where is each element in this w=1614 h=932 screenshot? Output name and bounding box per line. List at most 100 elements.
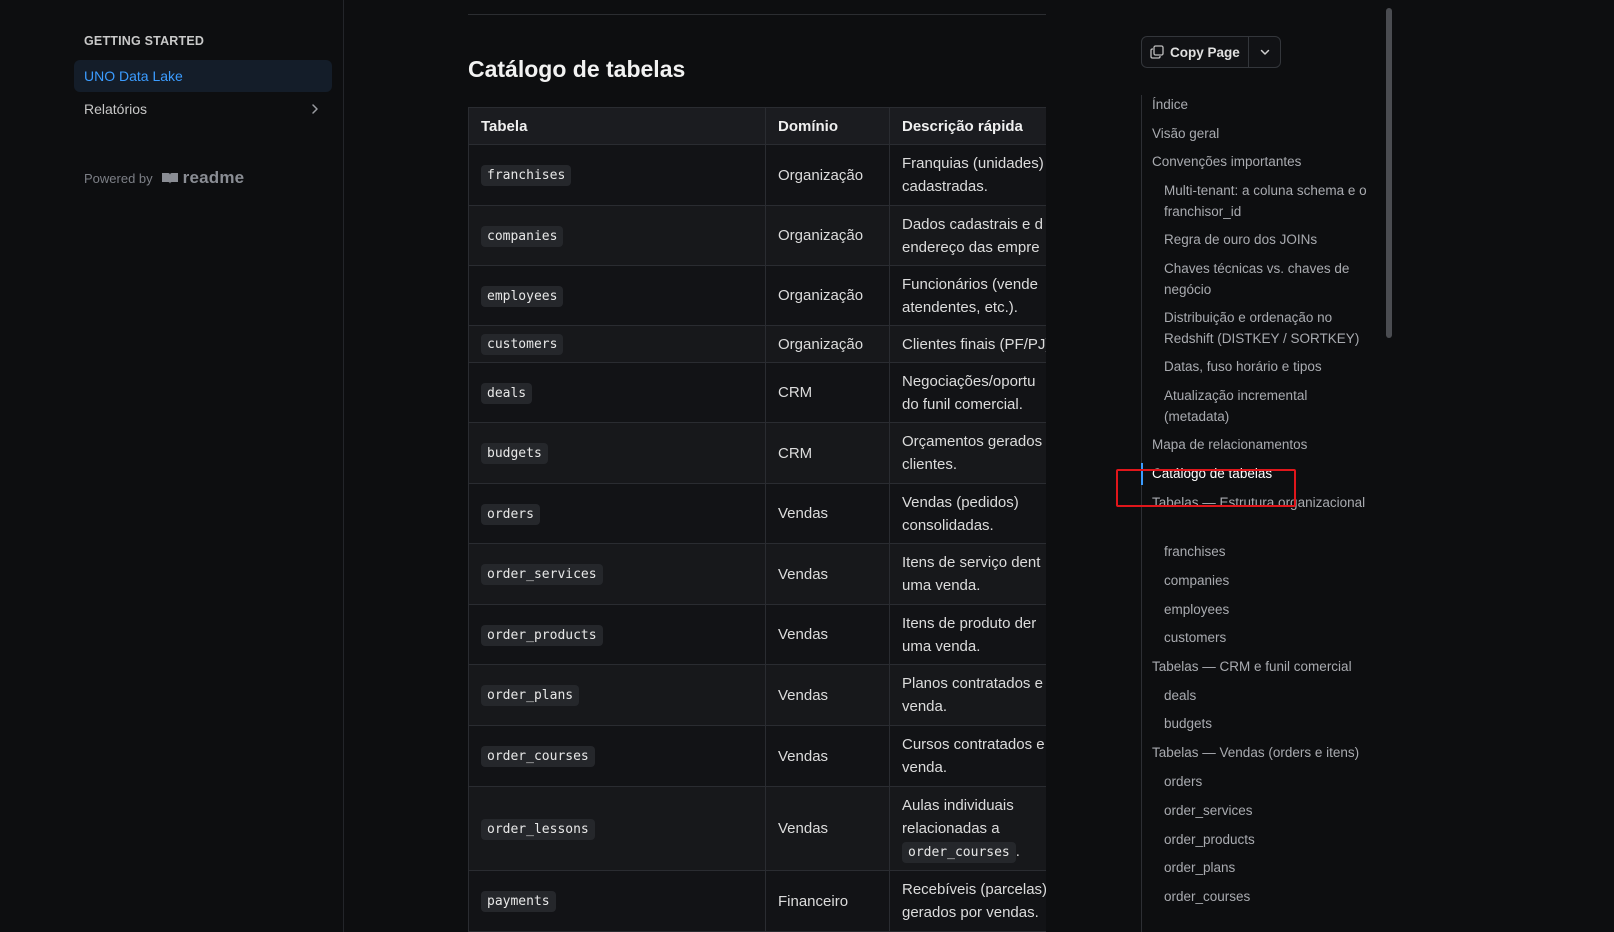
sidebar-item-uno-data-lake[interactable]: UNO Data Lake	[74, 60, 332, 92]
readme-brand: readme	[182, 168, 245, 187]
toc-item[interactable]: order_products	[1164, 830, 1369, 851]
toc-item[interactable]: Mapa de relacionamentos	[1152, 435, 1367, 456]
table-row: order_plans Vendas Planos contratados e ven…	[468, 664, 1046, 726]
cell-domain: Organização	[765, 265, 890, 326]
table-name-code: customers	[481, 334, 564, 355]
cell-table-name: order_lessons	[468, 786, 766, 871]
toc-item[interactable]: order_plans	[1164, 858, 1369, 879]
cell-description: Orçamentos gerados clientes.	[889, 422, 1046, 484]
sidebar-item-relatorios[interactable]: Relatórios	[74, 93, 332, 125]
cell-domain: Vendas	[765, 543, 890, 605]
copy-page-dropdown-button[interactable]	[1249, 37, 1280, 67]
table-row: order_services Vendas Itens de serviço den…	[468, 543, 1046, 605]
description-line: Vendas (pedidos)	[902, 493, 1019, 511]
powered-by-label: Powered by	[84, 170, 153, 186]
section-title: Catálogo de tabelas	[468, 56, 686, 82]
toc-item[interactable]: Convenções importantes	[1152, 152, 1367, 173]
table-name-code: deals	[481, 382, 533, 404]
cell-table-name: budgets	[468, 422, 766, 484]
description-line: Planos contratados e	[902, 675, 1043, 692]
toc-item[interactable]: budgets	[1164, 714, 1369, 735]
cell-domain: Vendas	[765, 786, 890, 871]
cell-description: Planos contratados e venda.	[889, 664, 1046, 726]
toc-item[interactable]: Regra de ouro dos JOINs	[1164, 230, 1369, 251]
description-line: atendentes, etc.).	[902, 298, 1018, 316]
toc-item[interactable]: Tabelas — Vendas (orders e itens)	[1152, 743, 1367, 764]
toc-item[interactable]: order_courses	[1164, 887, 1369, 908]
toc-item[interactable]: Chaves técnicas vs. chaves de negócio	[1164, 259, 1369, 300]
left-sidebar: GETTING STARTED UNO Data Lake Relatórios…	[0, 0, 344, 932]
divider	[468, 14, 1046, 15]
table-catalog: Tabela Domínio Descrição rápida franchis…	[468, 107, 1046, 932]
sidebar-item-label: UNO Data Lake	[84, 68, 183, 84]
cell-domain: Financeiro	[765, 870, 890, 932]
toc-item[interactable]: customers	[1164, 628, 1369, 649]
column-header-dominio: Domínio	[765, 107, 890, 145]
cell-domain: Organização	[765, 325, 890, 363]
column-header-tabela: Tabela	[468, 107, 766, 145]
toc-item[interactable]: Multi-tenant: a coluna schema e o franch…	[1164, 181, 1369, 222]
toc-item[interactable]: orders	[1164, 772, 1369, 793]
description-line: Orçamentos gerados	[902, 433, 1043, 450]
copy-page-button[interactable]: Copy Page	[1142, 37, 1250, 67]
chevron-right-icon	[312, 104, 318, 114]
copy-icon	[1150, 45, 1164, 59]
toc-item[interactable]: employees	[1164, 600, 1369, 621]
description-line: Recebíveis (parcelas)	[902, 881, 1046, 898]
table-name-code: companies	[481, 225, 564, 247]
cell-description: Franquias (unidades) cadastradas.	[889, 144, 1046, 206]
cell-description: Funcionários (vende atendentes, etc.).	[889, 265, 1046, 326]
description-suffix: .	[1015, 842, 1020, 860]
table-row: customers Organização Clientes finais (PF/…	[468, 325, 1046, 363]
cell-table-name: franchises	[468, 144, 766, 206]
highlight-box	[1116, 469, 1296, 507]
readme-logo: readme	[161, 168, 245, 188]
description-line: Itens de produto der	[902, 614, 1037, 632]
toc-item[interactable]: deals	[1164, 686, 1369, 707]
cell-domain: Vendas	[765, 483, 890, 544]
table-row: order_products Vendas Itens de produto der…	[468, 604, 1046, 665]
description-line: Negociações/oportu	[902, 372, 1036, 390]
description-line: order_courses.	[902, 840, 1046, 864]
cell-description: Vendas (pedidos) consolidadas.	[889, 483, 1046, 544]
table-row: deals CRM Negociações/oportu do funil comer…	[468, 362, 1046, 423]
powered-by-readme[interactable]: Powered by readme	[84, 168, 244, 188]
inline-code: order_courses	[902, 841, 1016, 863]
cell-domain: Vendas	[765, 725, 890, 787]
toc-item[interactable]: companies	[1164, 571, 1369, 592]
toc-item[interactable]: Índice	[1152, 95, 1367, 116]
sidebar-section-heading: GETTING STARTED	[84, 34, 205, 48]
toc-item[interactable]: franchises	[1164, 542, 1369, 563]
table-row: orders Vendas Vendas (pedidos) consolidadas…	[468, 483, 1046, 544]
cell-table-name: order_services	[468, 543, 766, 605]
toc-item[interactable]: Datas, fuso horário e tipos	[1164, 357, 1369, 378]
toc-item[interactable]: Tabelas — CRM e funil comercial	[1152, 657, 1367, 678]
table-row: order_lessons Vendas Aulas individuais rela…	[468, 786, 1046, 871]
toc-item[interactable]: Atualização incremental (metadata)	[1164, 386, 1369, 427]
cell-description: Negociações/oportu do funil comercial.	[889, 362, 1046, 423]
cell-domain: Organização	[765, 205, 890, 266]
column-header-descricao: Descrição rápida	[889, 107, 1046, 145]
toc-item[interactable]: Distribuição e ordenação no Redshift (DI…	[1164, 308, 1369, 349]
cell-table-name: companies	[468, 205, 766, 266]
description-line: venda.	[902, 698, 948, 715]
description-line: uma venda.	[902, 637, 981, 655]
cell-table-name: order_plans	[468, 664, 766, 726]
cell-table-name: order_products	[468, 604, 766, 665]
cell-description: Dados cadastrais e d endereço das empre	[889, 205, 1046, 266]
scrollbar[interactable]	[1386, 8, 1392, 338]
cell-table-name: payments	[468, 870, 766, 932]
table-name-code: order_products	[481, 624, 603, 646]
cell-domain: Organização	[765, 144, 890, 206]
toc-item[interactable]: Visão geral	[1152, 124, 1367, 145]
description-line: cadastradas.	[902, 178, 988, 195]
description-line: Clientes finais (PF/PJ)	[902, 335, 1046, 353]
description-line: Itens de serviço dent	[902, 554, 1041, 571]
description-line: consolidadas.	[902, 516, 994, 534]
cell-table-name: order_courses	[468, 725, 766, 787]
table-name-code: payments	[481, 891, 556, 912]
cell-table-name: employees	[468, 265, 766, 326]
cell-domain: Vendas	[765, 604, 890, 665]
toc-item[interactable]: order_services	[1164, 801, 1369, 822]
table-name-code: order_courses	[481, 746, 595, 767]
